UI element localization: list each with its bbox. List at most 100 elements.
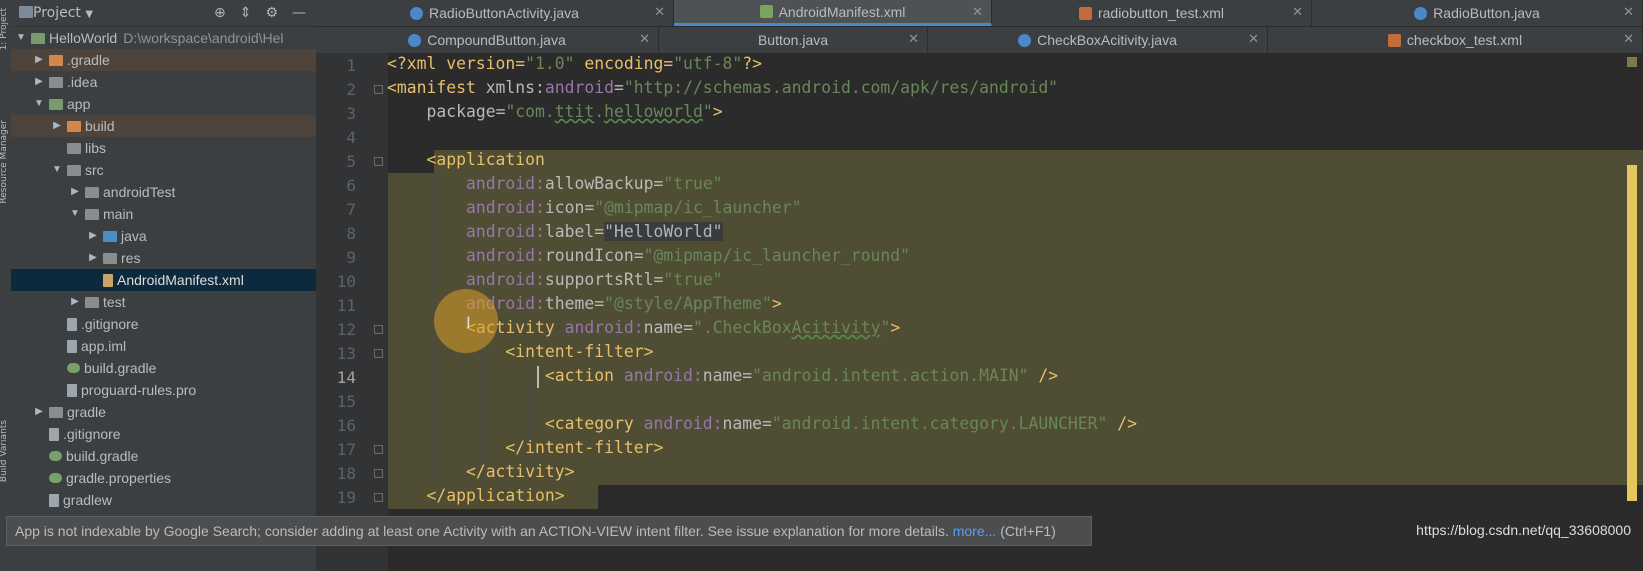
scrollbar-mark: [1627, 57, 1637, 67]
tree-item-res[interactable]: ▶ res: [11, 247, 316, 269]
tree-item-gradle-properties[interactable]: ▶ gradle.properties: [11, 467, 316, 489]
code-line-8[interactable]: android:label="HelloWorld": [387, 222, 723, 241]
code-line-19[interactable]: </application>: [387, 486, 564, 505]
tree-item-app[interactable]: ▼ app: [11, 93, 316, 115]
code-line-2[interactable]: <manifest xmlns:android="http://schemas.…: [387, 78, 1058, 97]
tree-item-build[interactable]: ▶ build: [11, 115, 316, 137]
tree-item-java[interactable]: ▶ java: [11, 225, 316, 247]
project-view-selector[interactable]: Project ▼: [33, 5, 93, 21]
collapsed-arrow-icon[interactable]: ▶: [33, 401, 45, 423]
collapsed-arrow-icon[interactable]: ▶: [69, 291, 81, 313]
collapsed-arrow-icon[interactable]: ▶: [69, 181, 81, 203]
collapse-all-icon[interactable]: ⇕: [240, 5, 252, 21]
code-line-3[interactable]: package="com.ttit.helloworld">: [387, 102, 722, 121]
tab-button[interactable]: Button.java ✕: [659, 27, 928, 53]
fold-icon[interactable]: [374, 469, 383, 478]
close-icon[interactable]: ✕: [1623, 4, 1634, 20]
code-line-18[interactable]: </activity>: [387, 462, 575, 481]
module-file-icon: [67, 339, 77, 353]
tree-item-libs[interactable]: ▶ libs: [11, 137, 316, 159]
fold-icon[interactable]: [374, 349, 383, 358]
collapsed-arrow-icon[interactable]: ▶: [87, 247, 99, 269]
close-icon[interactable]: ✕: [1292, 4, 1303, 20]
tree-item-idea[interactable]: ▶ .idea: [11, 71, 316, 93]
close-icon[interactable]: ✕: [972, 4, 983, 20]
tree-item-app-build-gradle[interactable]: ▶ build.gradle: [11, 357, 316, 379]
more-link[interactable]: more...: [953, 523, 997, 539]
tree-item-gradle[interactable]: ▶ gradle: [11, 401, 316, 423]
folder-icon: [49, 54, 63, 66]
collapsed-arrow-icon[interactable]: ▶: [33, 71, 45, 93]
fold-icon[interactable]: [374, 493, 383, 502]
tree-item-androidmanifest[interactable]: ▶ AndroidManifest.xml: [11, 269, 316, 291]
code-editor[interactable]: 1 2 3 4 5 6 7 8 9 10 11 12 13 14 15 16 1…: [316, 53, 1643, 571]
tab-radiobuttonactivity[interactable]: RadioButtonActivity.java ✕: [316, 0, 674, 26]
line-number: 10: [336, 272, 356, 291]
code-line-1[interactable]: <?xml version="1.0" encoding="utf-8"?>: [387, 54, 762, 73]
tree-item-androidtest[interactable]: ▶ androidTest: [11, 181, 316, 203]
locate-icon[interactable]: ⊕: [214, 5, 226, 21]
close-icon[interactable]: ✕: [1248, 31, 1259, 47]
tree-item-gradle-cache[interactable]: ▶ .gradle: [11, 49, 316, 71]
project-tool-button[interactable]: 1: Project: [0, 8, 9, 50]
tree-item-root-build-gradle[interactable]: ▶ build.gradle: [11, 445, 316, 467]
tab-radiobutton-test[interactable]: radiobutton_test.xml ✕: [992, 0, 1312, 26]
tree-item-label: build.gradle: [84, 360, 157, 376]
code-line-14[interactable]: <action android:name="android.intent.act…: [387, 366, 1058, 385]
code-line-10[interactable]: android:supportsRtl="true": [387, 270, 723, 289]
fold-icon[interactable]: [374, 445, 383, 454]
fold-icon[interactable]: [374, 325, 383, 334]
tree-item-proguard[interactable]: ▶ proguard-rules.pro: [11, 379, 316, 401]
status-text: App is not indexable by Google Search; c…: [15, 523, 953, 539]
tab-checkboxacitivity[interactable]: CheckBoxAcitivity.java ✕: [928, 27, 1268, 53]
collapsed-arrow-icon[interactable]: ▶: [51, 115, 63, 137]
gear-icon[interactable]: ⚙: [265, 5, 278, 21]
tree-item-test[interactable]: ▶ test: [11, 291, 316, 313]
xml-layout-icon: [1387, 33, 1401, 47]
tab-androidmanifest[interactable]: AndroidManifest.xml ✕: [674, 0, 992, 26]
inspection-status-message: App is not indexable by Google Search; c…: [6, 516, 1092, 546]
expanded-arrow-icon[interactable]: ▼: [33, 93, 45, 115]
tree-item-helloworld[interactable]: ▼ HelloWorld D:\workspace\android\Hel: [11, 27, 316, 49]
code-line-9[interactable]: android:roundIcon="@mipmap/ic_launcher_r…: [387, 246, 910, 265]
tab-checkbox-test[interactable]: checkbox_test.xml ✕: [1268, 27, 1643, 53]
tree-item-gradlew[interactable]: ▶ gradlew: [11, 489, 316, 511]
tab-compoundbutton[interactable]: CompoundButton.java ✕: [316, 27, 659, 53]
scrollbar-selection-mark[interactable]: [1627, 165, 1637, 501]
tab-radiobutton[interactable]: RadioButton.java ✕: [1312, 0, 1643, 26]
fold-icon[interactable]: [374, 85, 383, 94]
code-line-6[interactable]: android:allowBackup="true": [387, 174, 723, 193]
close-icon[interactable]: ✕: [908, 31, 919, 47]
close-icon[interactable]: ✕: [654, 4, 665, 20]
code-line-13[interactable]: <intent-filter>: [387, 342, 653, 361]
tree-item-root-gitignore[interactable]: ▶ .gitignore: [11, 423, 316, 445]
close-icon[interactable]: ✕: [639, 31, 650, 47]
minimize-icon[interactable]: —: [292, 5, 306, 21]
code-line-17[interactable]: </intent-filter>: [387, 438, 663, 457]
tree-item-src[interactable]: ▼ src: [11, 159, 316, 181]
code-line-7[interactable]: android:icon="@mipmap/ic_launcher": [387, 198, 802, 217]
collapsed-arrow-icon[interactable]: ▶: [33, 49, 45, 71]
fold-icon[interactable]: [374, 157, 383, 166]
tree-item-app-iml[interactable]: ▶ app.iml: [11, 335, 316, 357]
code-line-16[interactable]: <category android:name="android.intent.c…: [387, 414, 1137, 433]
text-file-icon: [67, 317, 77, 331]
tree-item-main[interactable]: ▼ main: [11, 203, 316, 225]
folder-icon: [67, 164, 81, 176]
line-number: 13: [336, 344, 356, 363]
code-line-5[interactable]: <application: [387, 150, 544, 169]
project-panel-header: Project ▼ ⊕ ⇕ ⚙ —: [11, 0, 316, 27]
resource-manager-tool-button[interactable]: Resource Manager: [0, 120, 9, 204]
close-icon[interactable]: ✕: [1623, 31, 1634, 47]
module-folder-icon: [31, 32, 45, 44]
expanded-arrow-icon[interactable]: ▼: [15, 27, 27, 49]
collapsed-arrow-icon[interactable]: ▶: [87, 225, 99, 247]
expanded-arrow-icon[interactable]: ▼: [51, 159, 63, 181]
tree-item-path: D:\workspace\android\Hel: [123, 30, 284, 46]
line-number: 1: [346, 56, 356, 75]
folder-icon: [67, 142, 81, 154]
watermark: https://blog.csdn.net/qq_33608000: [1416, 522, 1631, 538]
tree-item-app-gitignore[interactable]: ▶ .gitignore: [11, 313, 316, 335]
build-variants-tool-button[interactable]: Build Variants: [0, 420, 9, 482]
expanded-arrow-icon[interactable]: ▼: [69, 203, 81, 225]
